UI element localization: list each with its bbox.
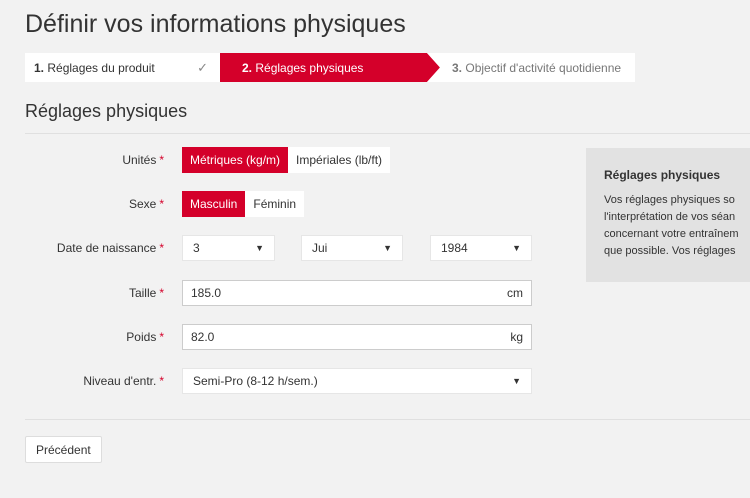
weight-row: Poids * 82.0 kg xyxy=(0,324,532,350)
info-text-line: Vos réglages physiques so xyxy=(604,194,735,206)
step-product-settings[interactable]: 1. Réglages du produit ✓ xyxy=(25,53,220,82)
units-metric-button[interactable]: Métriques (kg/m) xyxy=(182,147,289,173)
birth-month-select[interactable]: Jui ▼ xyxy=(301,235,403,261)
info-title: Réglages physiques xyxy=(604,168,721,182)
height-unit: cm xyxy=(507,286,523,300)
info-text-line: concernant votre entraînem xyxy=(604,228,739,240)
caret-down-icon: ▼ xyxy=(512,243,521,253)
level-row: Niveau d'entr. * Semi-Pro (8-12 h/sem.) ▼ xyxy=(0,368,532,394)
caret-down-icon: ▼ xyxy=(512,376,521,386)
height-label: Taille * xyxy=(128,286,164,300)
divider xyxy=(25,133,750,134)
info-text-line: l'interprétation de vos séan xyxy=(604,211,736,223)
info-panel: Réglages physiques Vos réglages physique… xyxy=(586,148,750,282)
section-title: Réglages physiques xyxy=(25,101,188,121)
training-level-select[interactable]: Semi-Pro (8-12 h/sem.) ▼ xyxy=(182,368,532,394)
step-daily-goal[interactable]: 3. Objectif d'activité quotidienne xyxy=(427,53,635,82)
birthdate-row: Date de naissance * 3 ▼ Jui ▼ 1984 ▼ xyxy=(0,235,532,261)
sex-label: Sexe * xyxy=(128,197,164,211)
birthdate-label: Date de naissance * xyxy=(56,241,164,255)
check-icon: ✓ xyxy=(197,59,208,75)
birth-day-select[interactable]: 3 ▼ xyxy=(182,235,275,261)
caret-down-icon: ▼ xyxy=(255,243,264,253)
height-input[interactable]: 185.0 cm xyxy=(182,280,532,306)
weight-input[interactable]: 82.0 kg xyxy=(182,324,532,350)
step-physical-settings[interactable]: 2. Réglages physiques xyxy=(220,53,440,82)
weight-unit: kg xyxy=(510,330,523,344)
level-label: Niveau d'entr. * xyxy=(83,374,164,388)
sex-toggle: Masculin Féminin xyxy=(182,191,305,217)
units-row: Unités * Métriques (kg/m) Impériales (lb/… xyxy=(0,147,391,173)
units-label: Unités * xyxy=(122,153,164,167)
progress-stepper: 1. Réglages du produit ✓ 2. Réglages phy… xyxy=(25,53,635,82)
divider xyxy=(25,419,750,420)
sex-male-button[interactable]: Masculin xyxy=(182,191,246,217)
previous-button[interactable]: Précédent xyxy=(25,436,102,463)
height-row: Taille * 185.0 cm xyxy=(0,280,532,306)
sex-female-button[interactable]: Féminin xyxy=(245,191,305,217)
units-imperial-button[interactable]: Impériales (lb/ft) xyxy=(288,147,391,173)
page-title: Définir vos informations physiques xyxy=(25,10,406,38)
caret-down-icon: ▼ xyxy=(383,243,392,253)
weight-label: Poids * xyxy=(126,330,164,344)
birth-year-select[interactable]: 1984 ▼ xyxy=(430,235,532,261)
info-text-line: que possible. Vos réglages xyxy=(604,245,736,257)
sex-row: Sexe * Masculin Féminin xyxy=(0,191,305,217)
step-label: 1. Réglages du produit xyxy=(34,60,155,75)
units-toggle: Métriques (kg/m) Impériales (lb/ft) xyxy=(182,147,391,173)
